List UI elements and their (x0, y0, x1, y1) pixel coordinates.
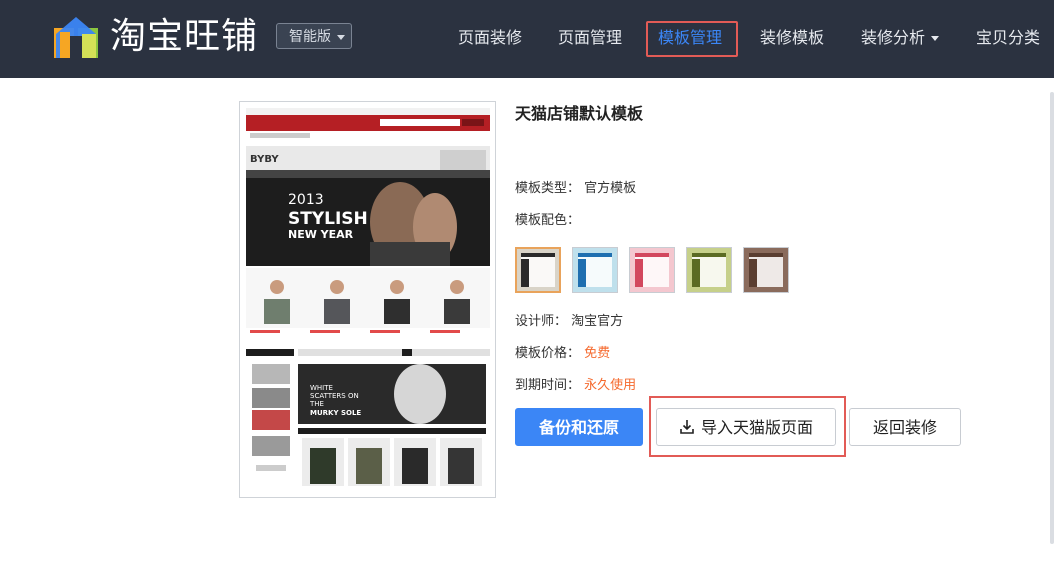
download-icon (680, 420, 694, 434)
template-type-row: 模板类型： 官方模板 (515, 179, 636, 199)
vertical-scrollbar[interactable] (1050, 92, 1054, 544)
template-type-value: 官方模板 (584, 181, 637, 196)
color-swatch[interactable] (686, 247, 732, 293)
banner2-line1: WHITE (310, 384, 333, 392)
template-title: 天猫店铺默认模板 (515, 104, 644, 123)
store-logo-text: BYBY (250, 154, 279, 165)
back-to-decorate-button[interactable]: 返回装修 (849, 408, 961, 446)
chevron-down-icon (931, 36, 940, 41)
designer-row: 设计师： 淘宝官方 (515, 312, 623, 332)
swatch-preview-icon (578, 253, 612, 287)
taobao-wangpu-logo-icon[interactable] (52, 14, 100, 62)
edition-dropdown[interactable]: 智能版 (276, 23, 352, 49)
nav-page-decorate[interactable]: 页面装修 (458, 26, 522, 50)
banner2-line3: THE (309, 400, 324, 408)
nav-page-manage[interactable]: 页面管理 (558, 26, 622, 50)
template-color-label: 模板配色： (515, 213, 581, 228)
nav-decorate-analysis-label: 装修分析 (861, 28, 926, 47)
color-swatch[interactable] (515, 247, 561, 293)
nav-decorate-template[interactable]: 装修模板 (760, 26, 824, 50)
swatch-preview-icon (692, 253, 726, 287)
nav-decorate-analysis[interactable]: 装修分析 (861, 26, 940, 50)
nav-template-manage[interactable]: 模板管理 (658, 26, 722, 50)
expire-row: 到期时间： 永久使用 (515, 376, 636, 396)
template-preview-image: BYBY 2013 STYLISH NEW YEAR WHITE SCATTER… (246, 108, 490, 486)
banner2-line4: MURKY SOLE (310, 409, 361, 417)
banner2-line2: SCATTERS ON (310, 392, 359, 400)
nav-item-category[interactable]: 宝贝分类 (976, 26, 1040, 50)
color-swatch[interactable] (572, 247, 618, 293)
price-value: 免费 (584, 346, 611, 361)
hero-title: STYLISH (288, 209, 368, 229)
top-nav-bar: 淘宝旺铺 智能版 页面装修 页面管理 模板管理 装修模板 装修分析 宝贝分类 (0, 0, 1054, 78)
template-preview-thumbnail: BYBY 2013 STYLISH NEW YEAR WHITE SCATTER… (239, 101, 496, 498)
chevron-down-icon (337, 34, 345, 40)
import-tmall-page-button[interactable]: 导入天猫版页面 (656, 408, 836, 446)
swatch-preview-icon (749, 253, 783, 287)
designer-label: 设计师： (515, 314, 568, 329)
expire-label: 到期时间： (515, 378, 581, 393)
price-label: 模板价格： (515, 346, 581, 361)
edition-label: 智能版 (289, 29, 331, 45)
brand-name: 淘宝旺铺 (110, 16, 259, 57)
template-type-label: 模板类型： (515, 181, 581, 196)
swatch-preview-icon (521, 253, 555, 287)
swatch-preview-icon (635, 253, 669, 287)
hero-year: 2013 (288, 192, 324, 208)
color-swatch[interactable] (743, 247, 789, 293)
designer-value: 淘宝官方 (571, 314, 624, 329)
price-row: 模板价格： 免费 (515, 344, 610, 364)
import-label: 导入天猫版页面 (700, 418, 813, 437)
expire-value: 永久使用 (584, 378, 637, 393)
color-swatch[interactable] (629, 247, 675, 293)
hero-subtitle: NEW YEAR (288, 228, 354, 241)
backup-restore-button[interactable]: 备份和还原 (515, 408, 643, 446)
